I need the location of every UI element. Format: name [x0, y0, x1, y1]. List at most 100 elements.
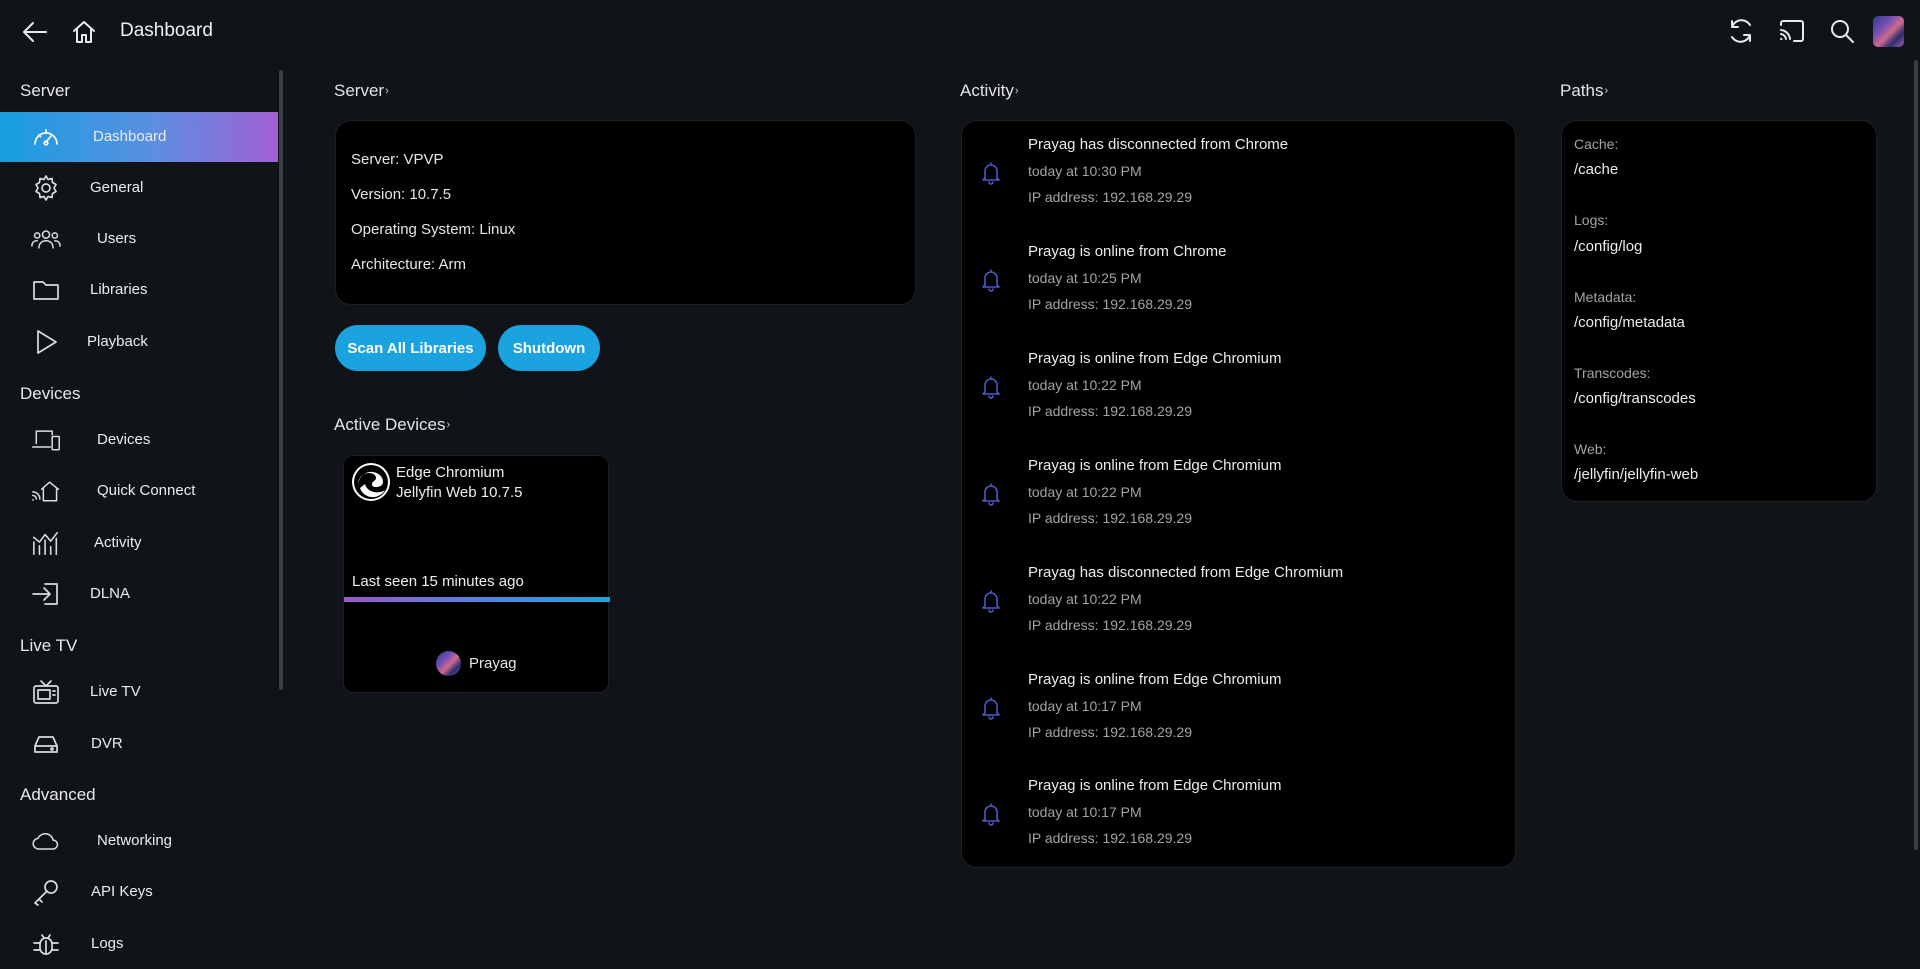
sidebar-item-activity[interactable]: Activity	[0, 518, 278, 568]
sidebar-item-devices[interactable]: Devices	[0, 415, 278, 465]
bell-icon	[980, 696, 1002, 720]
dashboard-gauge-icon	[31, 123, 61, 151]
dlna-icon	[31, 580, 61, 608]
server-section-link[interactable]: Server ›	[334, 81, 389, 101]
avatar	[436, 651, 461, 676]
activity-time: today at 10:22 PM	[1028, 591, 1142, 607]
sidebar-item-dlna[interactable]: DLNA	[0, 569, 278, 619]
device-app-version: Jellyfin Web 10.7.5	[396, 484, 523, 501]
path-value-logs: /config/log	[1574, 238, 1643, 255]
activity-card: Prayag has disconnected from Chrome toda…	[961, 120, 1516, 868]
search-icon[interactable]	[1828, 17, 1856, 45]
sidebar-item-dashboard[interactable]: Dashboard	[0, 112, 278, 162]
top-bar: Dashboard	[0, 0, 1920, 64]
sidebar-section-advanced: Advanced	[20, 785, 96, 804]
activity-time: today at 10:30 PM	[1028, 163, 1142, 179]
path-label-metadata: Metadata:	[1574, 289, 1637, 305]
sidebar-item-label: Dashboard	[93, 128, 167, 145]
edge-browser-logo-icon	[352, 463, 390, 501]
path-value-web: /jellyfin/jellyfin-web	[1574, 466, 1699, 483]
device-card[interactable]: Edge Chromium Jellyfin Web 10.7.5 Last s…	[343, 455, 610, 693]
back-arrow-icon[interactable]	[21, 18, 49, 46]
activity-ip: IP address: 192.168.29.29	[1028, 296, 1192, 312]
sidebar-item-playback[interactable]: Playback	[0, 317, 278, 367]
activity-item[interactable]: Prayag is online from Edge Chromium toda…	[962, 762, 1517, 869]
activity-item[interactable]: Prayag has disconnected from Edge Chromi…	[962, 549, 1517, 656]
activity-title: Prayag is online from Edge Chromium	[1028, 777, 1282, 794]
activity-time: today at 10:22 PM	[1028, 377, 1142, 393]
activity-time: today at 10:17 PM	[1028, 698, 1142, 714]
paths-card: Cache: /cache Logs: /config/log Metadata…	[1561, 120, 1877, 502]
activity-item[interactable]: Prayag is online from Edge Chromium toda…	[962, 656, 1517, 763]
device-user: Prayag	[436, 651, 517, 676]
activity-time: today at 10:22 PM	[1028, 484, 1142, 500]
sidebar-item-label: Activity	[94, 534, 142, 551]
activity-heading: Activity	[960, 81, 1014, 100]
sidebar-item-quick-connect[interactable]: Quick Connect	[0, 466, 278, 516]
device-progress-bar	[344, 597, 610, 602]
sidebar-item-dvr[interactable]: DVR	[0, 719, 278, 769]
activity-item[interactable]: Prayag has disconnected from Chrome toda…	[962, 121, 1517, 228]
sidebar-item-general[interactable]: General	[0, 163, 278, 213]
activity-ip: IP address: 192.168.29.29	[1028, 617, 1192, 633]
sidebar-item-networking[interactable]: Networking	[0, 816, 278, 866]
key-icon	[31, 878, 61, 906]
path-label-transcodes: Transcodes:	[1574, 365, 1651, 381]
device-client: Edge Chromium	[396, 464, 505, 481]
sidebar-item-live-tv[interactable]: Live TV	[0, 667, 278, 717]
sidebar-item-api-keys[interactable]: API Keys	[0, 867, 278, 917]
chevron-right-icon: ›	[446, 419, 451, 431]
active-devices-section-link[interactable]: Active Devices ›	[334, 415, 450, 435]
scan-all-libraries-button[interactable]: Scan All Libraries	[335, 325, 486, 371]
cloud-icon	[31, 827, 61, 855]
dvr-icon	[31, 730, 61, 758]
page-scrollbar[interactable]	[1914, 60, 1918, 850]
activity-ip: IP address: 192.168.29.29	[1028, 510, 1192, 526]
sidebar-item-label: Devices	[97, 431, 151, 448]
path-label-web: Web:	[1574, 441, 1607, 457]
home-icon[interactable]	[70, 18, 98, 46]
sidebar-section-server: Server	[20, 81, 71, 100]
sidebar-item-label: DVR	[91, 735, 123, 752]
activity-section-link[interactable]: Activity ›	[960, 81, 1019, 101]
cast-icon[interactable]	[1778, 17, 1806, 45]
sidebar-item-label: Libraries	[90, 281, 148, 298]
activity-title: Prayag is online from Edge Chromium	[1028, 457, 1282, 474]
sidebar-item-label: Playback	[87, 333, 148, 350]
server-version: Version: 10.7.5	[351, 186, 452, 203]
sidebar-item-label: General	[90, 179, 144, 196]
paths-section-link[interactable]: Paths ›	[1560, 81, 1608, 101]
sidebar-item-label: Quick Connect	[97, 482, 196, 499]
paths-heading: Paths	[1560, 81, 1604, 100]
refresh-icon[interactable]	[1727, 17, 1755, 45]
sidebar-item-users[interactable]: Users	[0, 214, 278, 264]
gear-icon	[31, 174, 61, 202]
activity-time: today at 10:25 PM	[1028, 270, 1142, 286]
tv-icon	[31, 678, 61, 706]
sidebar-section-live-tv: Live TV	[20, 636, 78, 655]
shutdown-button[interactable]: Shutdown	[498, 325, 600, 371]
sidebar-item-logs[interactable]: Logs	[0, 919, 278, 969]
sidebar-item-label: Live TV	[90, 683, 141, 700]
sidebar-item-label: Logs	[91, 935, 124, 952]
sidebar: Server Dashboard General Users Libraries…	[0, 64, 278, 969]
activity-chart-icon	[31, 529, 61, 557]
activity-title: Prayag is online from Edge Chromium	[1028, 671, 1282, 688]
bell-icon	[980, 268, 1002, 292]
activity-time: today at 10:17 PM	[1028, 804, 1142, 820]
chevron-right-icon: ›	[1604, 85, 1609, 97]
activity-item[interactable]: Prayag is online from Chrome today at 10…	[962, 228, 1517, 335]
sidebar-scrollbar[interactable]	[279, 70, 283, 690]
sidebar-item-libraries[interactable]: Libraries	[0, 265, 278, 315]
path-value-transcodes: /config/transcodes	[1574, 390, 1696, 407]
path-label-logs: Logs:	[1574, 212, 1609, 228]
server-os: Operating System: Linux	[351, 221, 516, 238]
path-value-metadata: /config/metadata	[1574, 314, 1685, 331]
activity-title: Prayag has disconnected from Edge Chromi…	[1028, 564, 1344, 581]
activity-item[interactable]: Prayag is online from Edge Chromium toda…	[962, 442, 1517, 549]
server-name: Server: VPVP	[351, 151, 444, 168]
play-icon	[31, 328, 61, 356]
activity-title: Prayag is online from Edge Chromium	[1028, 350, 1282, 367]
user-avatar[interactable]	[1873, 16, 1904, 47]
activity-item[interactable]: Prayag is online from Edge Chromium toda…	[962, 335, 1517, 442]
